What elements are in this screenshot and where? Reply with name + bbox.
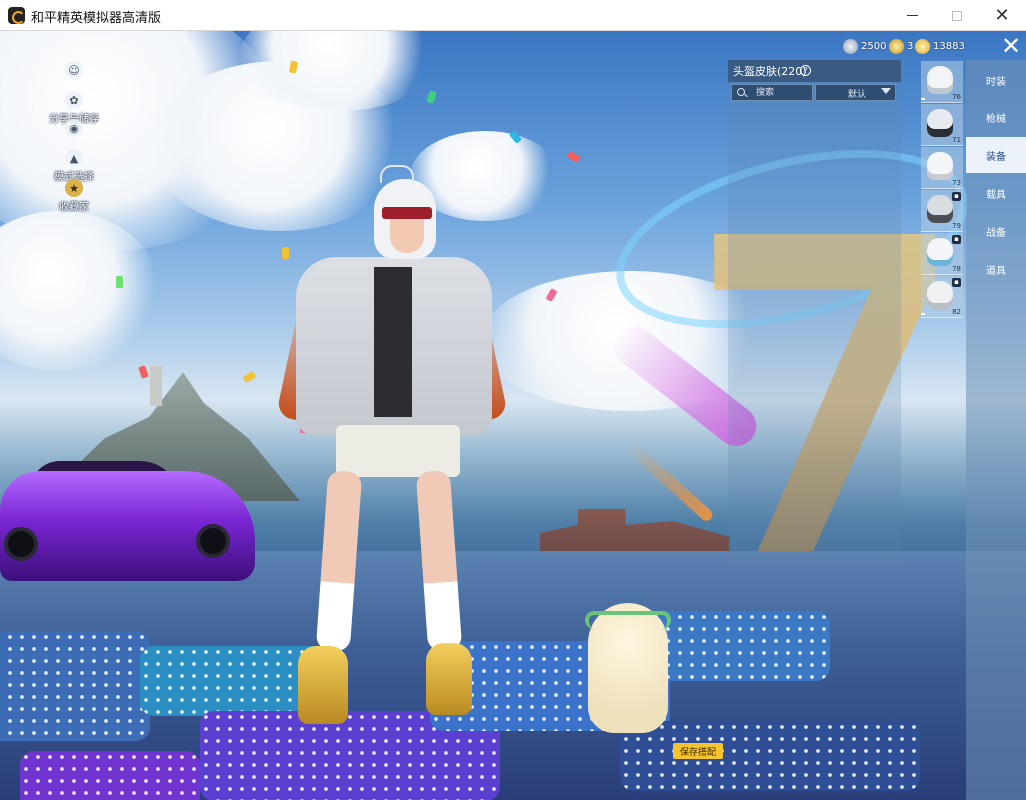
save-outfit-button[interactable]: 保存搭配	[673, 743, 723, 759]
helmet-skin-item[interactable]: 73	[921, 147, 963, 189]
help-icon[interactable]: ?	[800, 65, 811, 76]
gold-coin-icon	[889, 38, 904, 54]
helmet-skin-item[interactable]: ▪ 79	[921, 190, 963, 232]
window-close-button[interactable]: ✕	[979, 0, 1025, 31]
confetti	[282, 247, 289, 259]
car-wheel	[196, 524, 230, 558]
confetti	[116, 276, 123, 288]
tab-weapons[interactable]: 枪械	[966, 99, 1026, 135]
currency-value: 13883	[933, 40, 965, 52]
tab-props[interactable]: 道具	[966, 251, 1026, 287]
confetti	[426, 90, 437, 104]
lock-icon: ▪	[952, 235, 961, 244]
search-icon	[737, 88, 745, 96]
orange-smoke-trail	[625, 440, 715, 524]
person-icon: ☺	[65, 61, 83, 79]
helmet-level: 73	[952, 179, 961, 187]
mode-icon: ▲	[65, 149, 83, 167]
chevron-down-icon	[881, 88, 891, 94]
window-titlebar: 和平精英模拟器高清版 ✕	[0, 0, 1026, 31]
helmet-skin-list: 76 71 73 ▪ 79 ▪ 78 ▪ 82	[918, 61, 966, 581]
window-title: 和平精英模拟器高清版	[31, 11, 162, 26]
close-wardrobe-button[interactable]: ✕	[996, 34, 1026, 60]
side-menu-item-collector[interactable]: ★ 收藏家	[48, 179, 100, 213]
currency-silver: 2500	[843, 37, 886, 55]
helmet-icon	[927, 66, 953, 94]
sort-dropdown-value: 默认	[848, 90, 867, 100]
side-menu-item-view[interactable]: ◉	[48, 119, 100, 138]
helmet-skin-item[interactable]: ▪ 82	[921, 276, 963, 318]
helmet-level: 82	[952, 308, 961, 316]
eye-icon: ◉	[65, 119, 83, 137]
helmet-skin-item[interactable]: 76	[921, 61, 963, 103]
equipped-indicator	[921, 98, 925, 100]
character-left-boot	[298, 646, 348, 724]
character-shorts	[336, 425, 460, 477]
collector-badge-icon: ★	[65, 179, 83, 197]
helmet-icon	[927, 238, 953, 266]
silver-coin-icon	[843, 38, 858, 54]
helmet-skin-item[interactable]: 71	[921, 104, 963, 146]
floor-tile	[650, 611, 830, 681]
character-tiara	[380, 165, 414, 183]
side-menu-item-mode[interactable]: ▲ 模式选择	[48, 149, 100, 183]
floor-tile	[20, 751, 200, 800]
helmet-level: 71	[952, 136, 961, 144]
confetti	[242, 370, 257, 384]
lock-icon: ▪	[952, 278, 961, 287]
helmet-level: 78	[952, 265, 961, 273]
pet-flower-wreath	[585, 611, 671, 629]
floor-tile	[620, 721, 920, 791]
maximize-icon	[952, 10, 962, 21]
lighthouse-tower	[150, 366, 162, 406]
character-blindfold	[382, 207, 432, 219]
floor-tile	[0, 631, 150, 741]
lock-icon: ▪	[952, 192, 961, 201]
equipped-indicator	[921, 313, 925, 315]
side-menu-label: 收藏家	[59, 202, 89, 213]
side-menu-item-profile[interactable]: ☺	[48, 61, 100, 80]
currency-coupon: 13883	[915, 37, 965, 55]
maximize-button[interactable]	[934, 0, 980, 31]
currency-gold: 3	[889, 37, 913, 55]
panel-title: 头盔皮肤(220)	[733, 65, 807, 78]
share-icon: ✿	[65, 91, 83, 109]
helmet-icon	[927, 109, 953, 137]
minimize-icon	[906, 15, 918, 16]
helmet-skin-panel	[728, 60, 901, 570]
helmet-skin-item[interactable]: ▪ 78	[921, 233, 963, 275]
character-face	[390, 217, 424, 253]
app-logo-icon	[8, 7, 25, 24]
confetti	[138, 365, 149, 379]
character-right-boot	[426, 643, 472, 715]
currency-value: 3	[907, 40, 914, 52]
confetti	[566, 150, 581, 164]
tab-battle-gear[interactable]: 战备	[966, 213, 1026, 249]
helmet-icon	[927, 195, 953, 223]
tab-fashion[interactable]: 时装	[966, 62, 1026, 98]
helmet-icon	[927, 152, 953, 180]
minimize-button[interactable]	[889, 0, 935, 31]
tab-equipment[interactable]: 装备	[966, 137, 1026, 173]
tab-vehicles[interactable]: 载具	[966, 175, 1026, 211]
currency-value: 2500	[861, 40, 887, 52]
helmet-level: 79	[952, 222, 961, 230]
character-shirt	[374, 267, 412, 417]
car-wheel	[4, 527, 38, 561]
helmet-icon	[927, 281, 953, 309]
helmet-level: 76	[952, 93, 961, 101]
yellow-coin-icon	[915, 38, 930, 54]
